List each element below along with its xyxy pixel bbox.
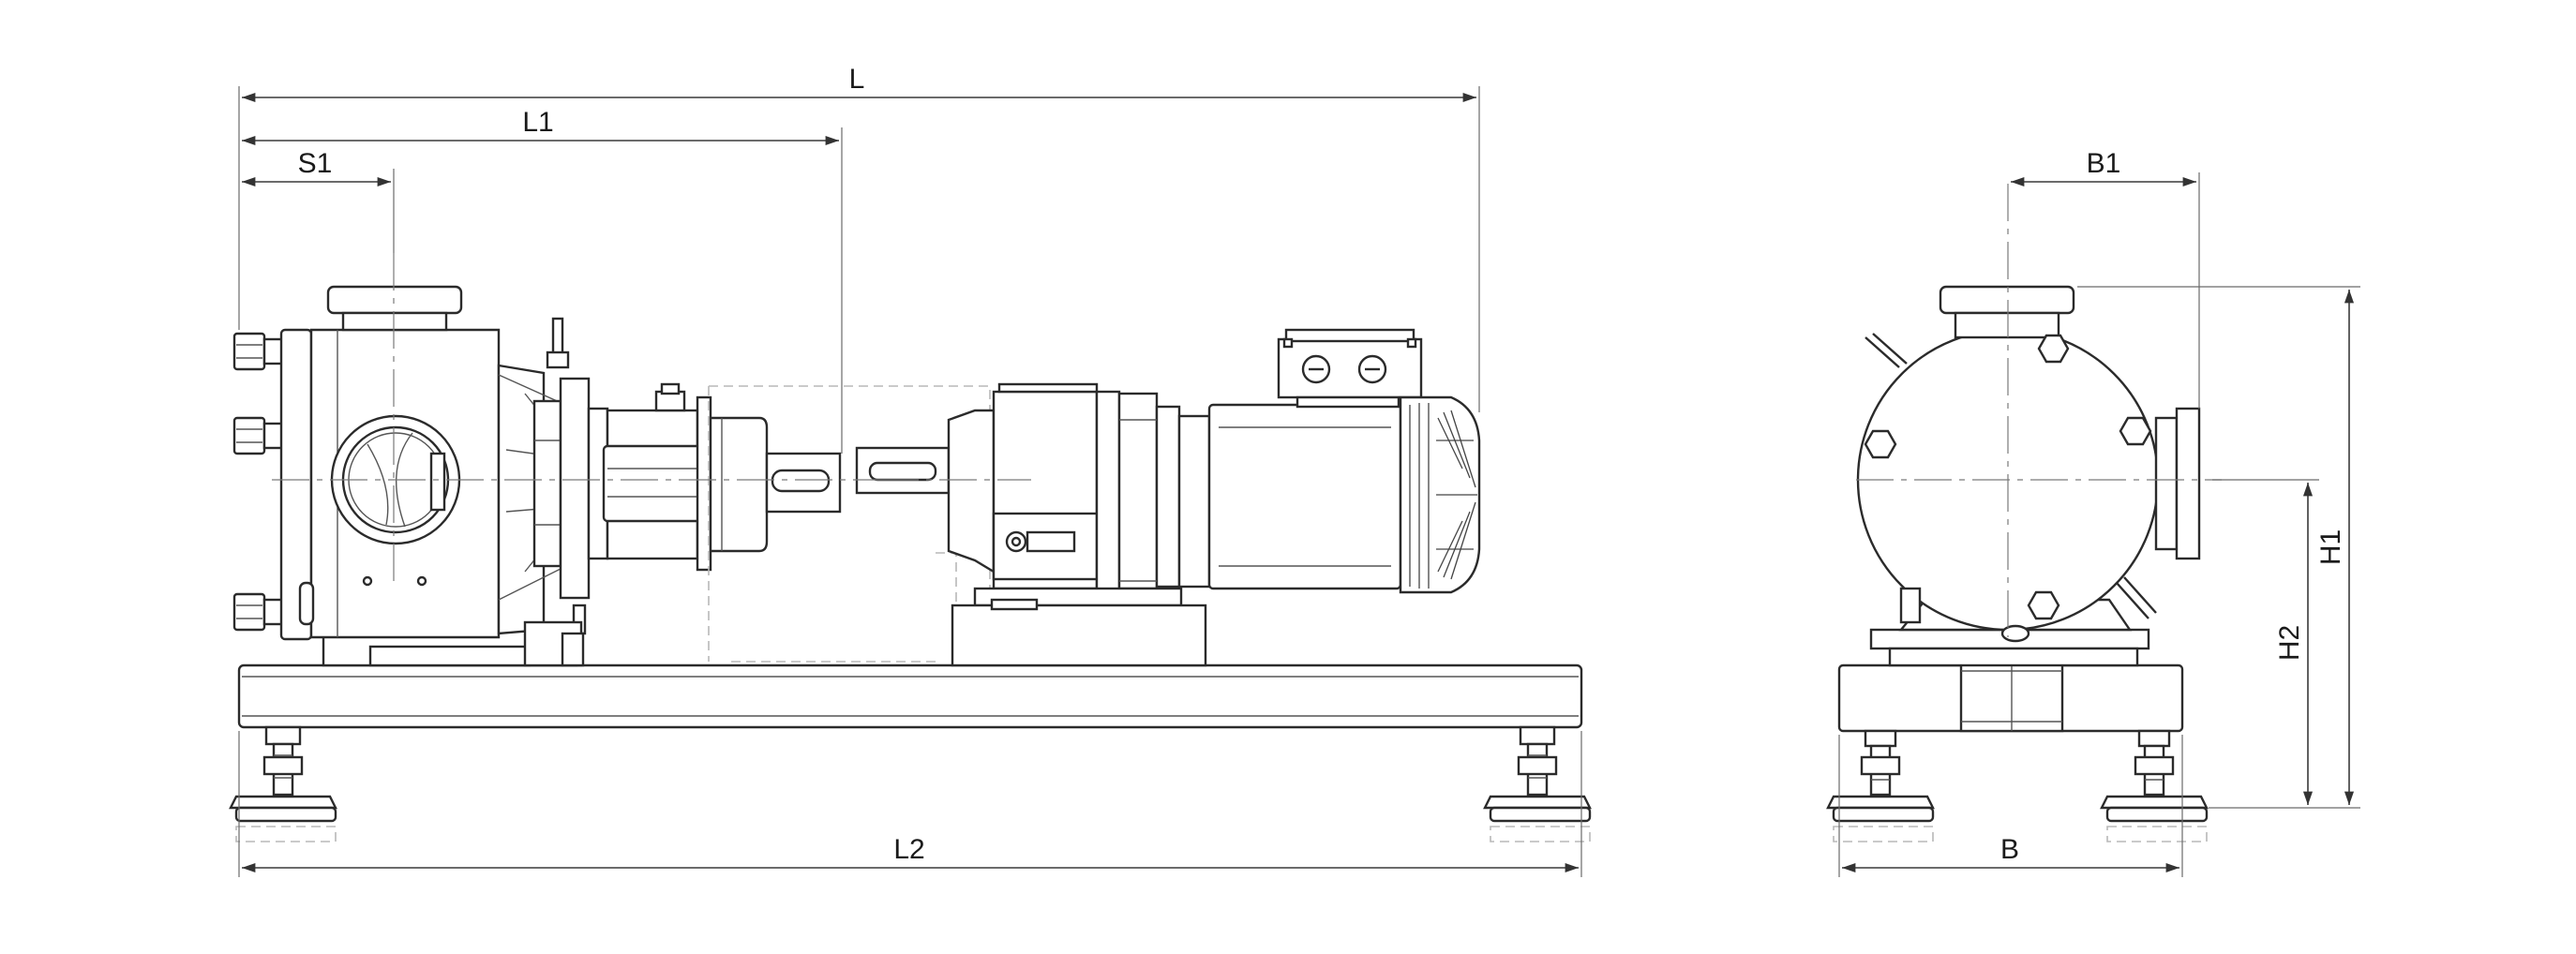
end-view bbox=[1826, 184, 2222, 842]
motor bbox=[1177, 328, 1481, 594]
leveling-foot-left bbox=[229, 725, 337, 842]
cover-bolts bbox=[232, 332, 285, 632]
side-view bbox=[229, 253, 1592, 842]
leveling-foot-end-right bbox=[2100, 729, 2209, 842]
dimension-L2: L2 bbox=[238, 731, 1582, 877]
baseplate-side bbox=[237, 663, 1583, 729]
label-S1: S1 bbox=[298, 148, 333, 179]
gearbox bbox=[855, 382, 1207, 667]
leveling-foot-end-left bbox=[1826, 729, 1935, 842]
dimension-H2: H2 bbox=[2212, 479, 2319, 805]
leveling-foot-right bbox=[1483, 725, 1592, 842]
label-H2: H2 bbox=[2274, 625, 2305, 661]
dimension-S1: S1 bbox=[242, 148, 395, 253]
label-B: B bbox=[2000, 834, 2019, 865]
pump-body bbox=[232, 285, 842, 667]
label-H1: H1 bbox=[2315, 529, 2346, 565]
label-L: L bbox=[849, 64, 865, 95]
label-L2: L2 bbox=[893, 834, 924, 865]
pump-dimension-drawing: L L1 S1 L2 B1 B H1 H2 bbox=[229, 64, 2360, 877]
label-L1: L1 bbox=[522, 107, 553, 138]
label-B1: B1 bbox=[2087, 148, 2121, 179]
